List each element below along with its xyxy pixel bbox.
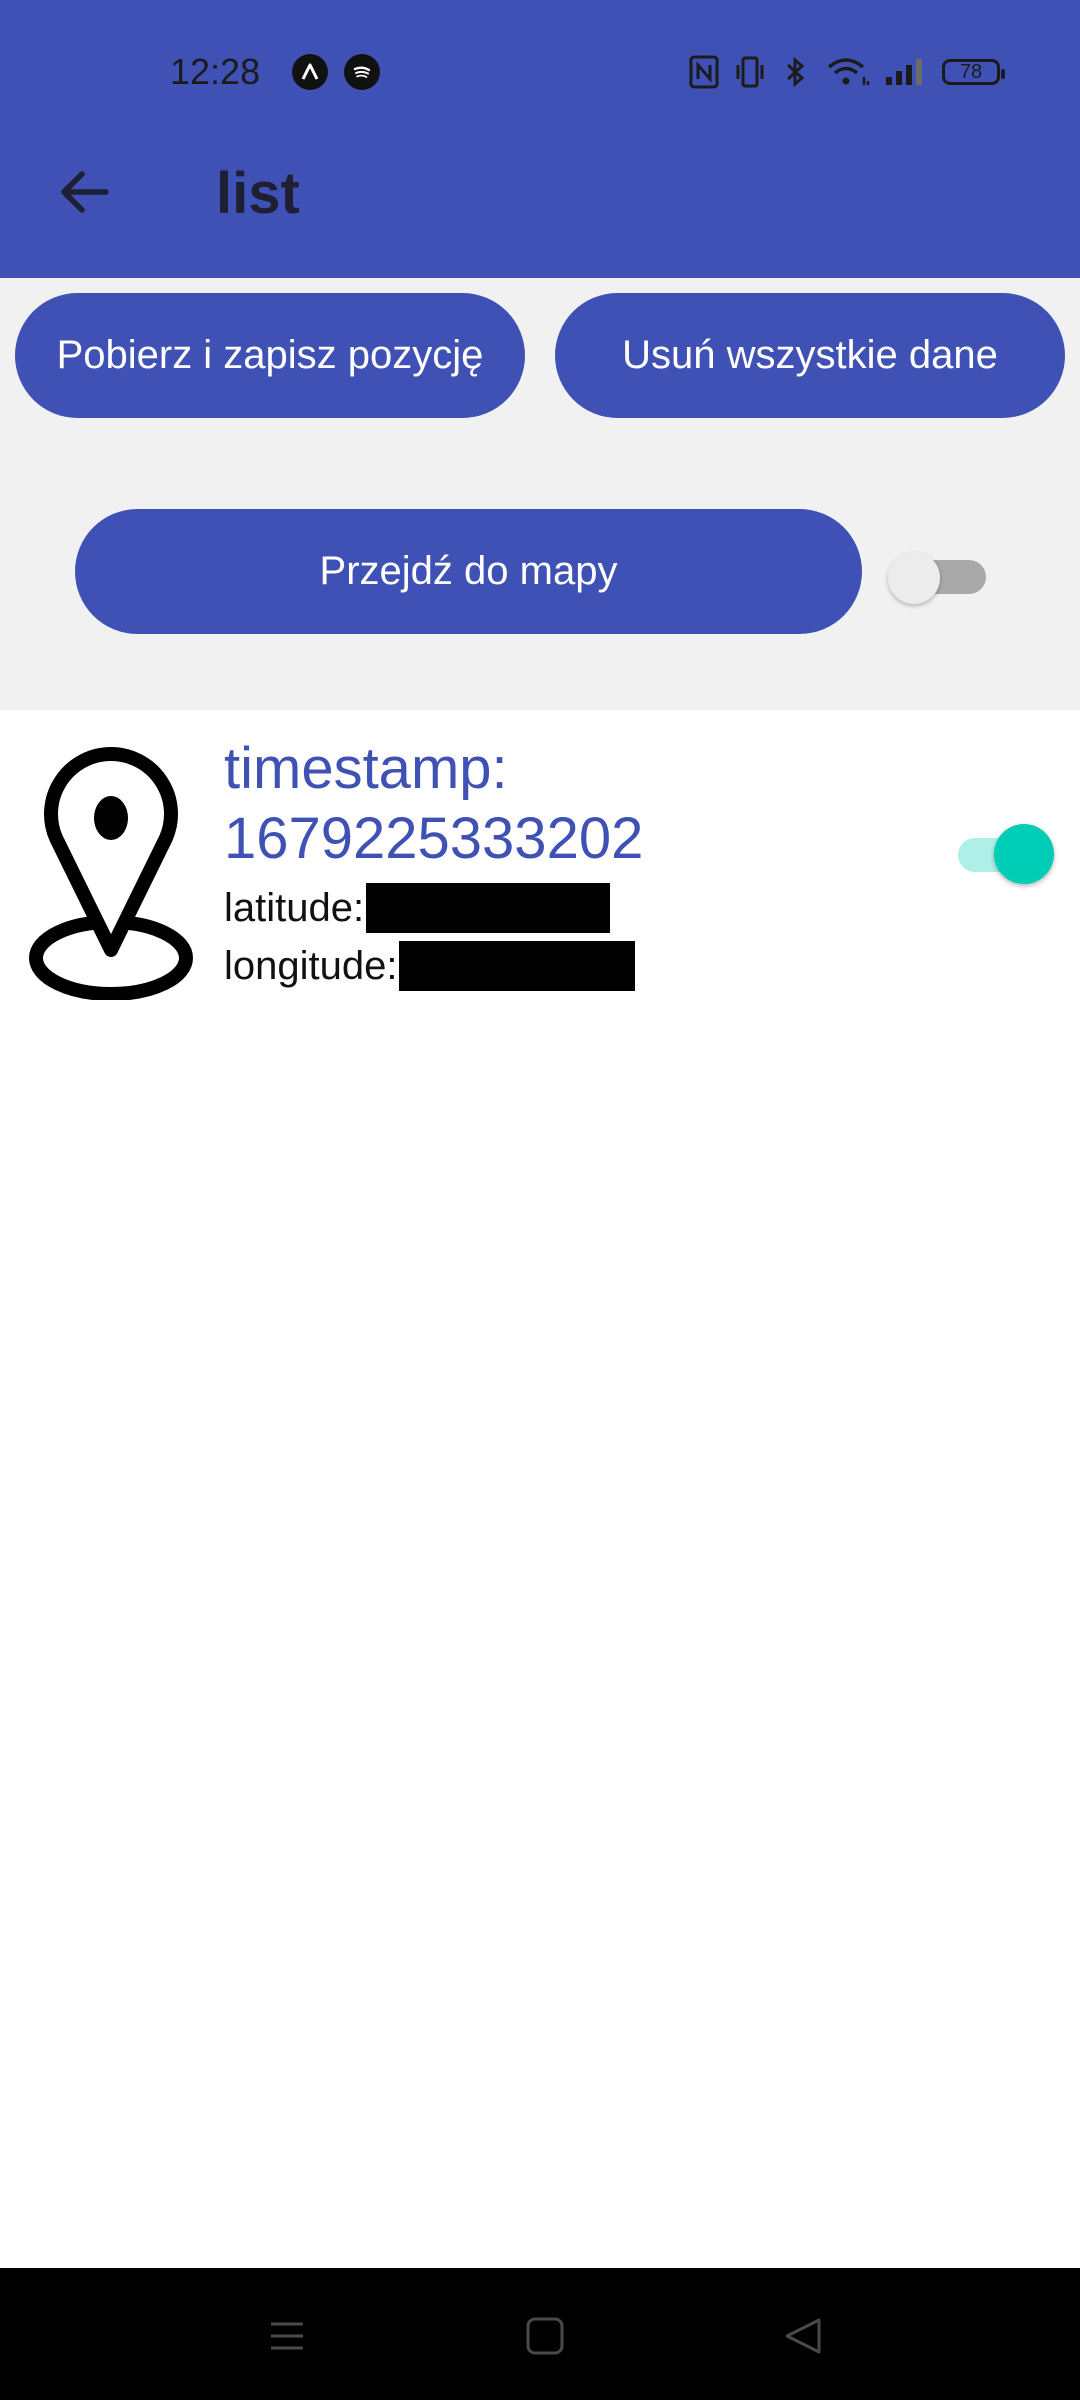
latitude-label: latitude: — [224, 886, 365, 930]
recents-icon — [271, 2322, 303, 2350]
back-button[interactable] — [52, 160, 116, 224]
app-icon — [292, 54, 328, 90]
wifi-icon — [826, 54, 870, 90]
location-pin-icon — [29, 747, 193, 1000]
longitude-value-redacted — [399, 941, 636, 991]
controls-panel: Pobierz i zapisz pozycję Usuń wszystkie … — [0, 278, 1080, 710]
recents-button[interactable] — [257, 2306, 317, 2366]
signal-icon — [884, 54, 928, 90]
vibrate-icon — [734, 54, 766, 90]
list-item[interactable]: timestamp: 1679225333202 latitude: longi… — [0, 710, 1080, 1010]
longitude-label: longitude: — [224, 944, 398, 988]
bluetooth-icon — [780, 54, 812, 90]
switch-thumb — [994, 824, 1054, 884]
status-icons: 78 — [688, 52, 1005, 92]
battery-icon: 78 — [942, 59, 1005, 85]
switch-thumb — [888, 552, 940, 604]
home-button[interactable] — [515, 2306, 575, 2366]
longitude-row: longitude: — [224, 938, 636, 994]
go-to-map-button[interactable]: Przejdź do mapy — [75, 509, 862, 634]
timestamp-label: timestamp: — [224, 736, 508, 801]
app-bar: 12:28 78 list — [0, 0, 1080, 278]
nfc-icon — [688, 54, 720, 90]
latitude-row: latitude: — [224, 880, 611, 936]
home-icon — [526, 2317, 564, 2355]
system-nav-bar — [0, 2268, 1080, 2400]
spotify-icon — [344, 54, 380, 90]
status-time: 12:28 — [170, 51, 261, 92]
arrow-left-icon — [61, 171, 109, 213]
save-position-button[interactable]: Pobierz i zapisz pozycję — [15, 293, 525, 418]
location-toggle-switch[interactable] — [958, 824, 1058, 886]
back-triangle-icon — [785, 2318, 821, 2354]
page-title: list — [216, 161, 300, 226]
header-toggle-switch[interactable] — [888, 552, 988, 604]
nav-back-button[interactable] — [773, 2306, 833, 2366]
delete-all-button[interactable]: Usuń wszystkie dane — [555, 293, 1065, 418]
timestamp-value: 1679225333202 — [224, 806, 644, 871]
latitude-value-redacted — [366, 883, 611, 933]
